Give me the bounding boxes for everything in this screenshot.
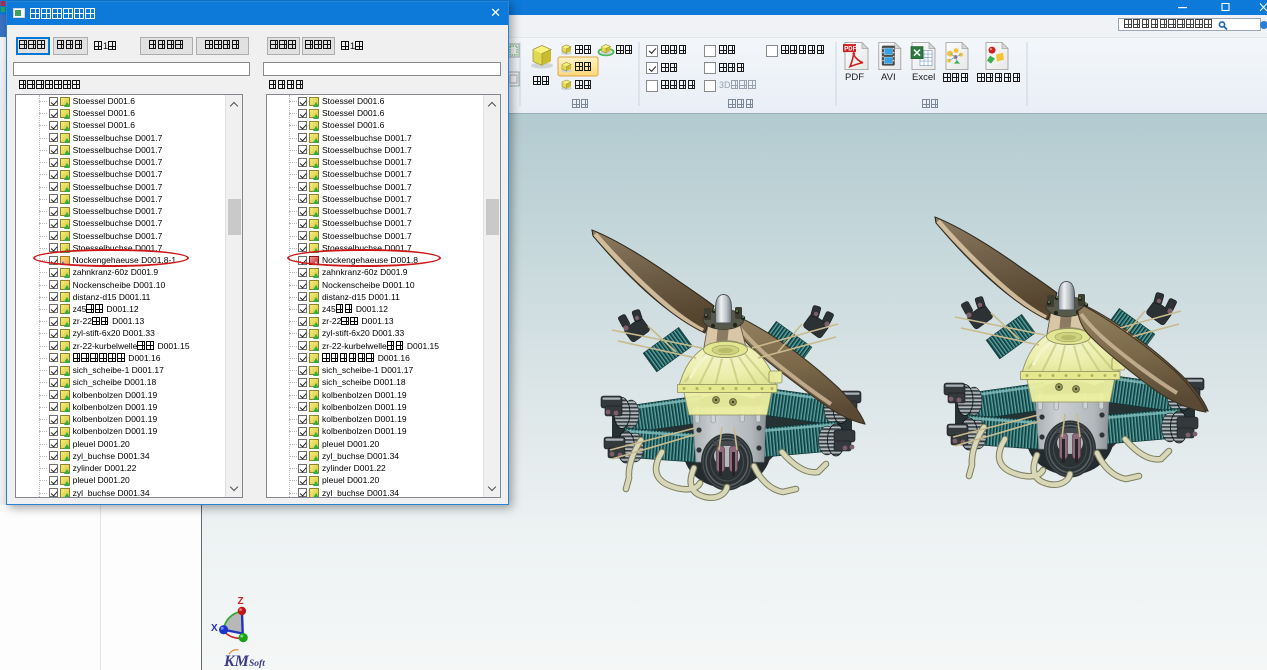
svg-text:Soft: Soft	[249, 659, 265, 669]
svg-text:KM: KM	[223, 653, 250, 670]
svg-text:X: X	[211, 623, 218, 634]
svg-text:Z: Z	[238, 596, 244, 607]
svg-text:PDF: PDF	[844, 47, 856, 53]
